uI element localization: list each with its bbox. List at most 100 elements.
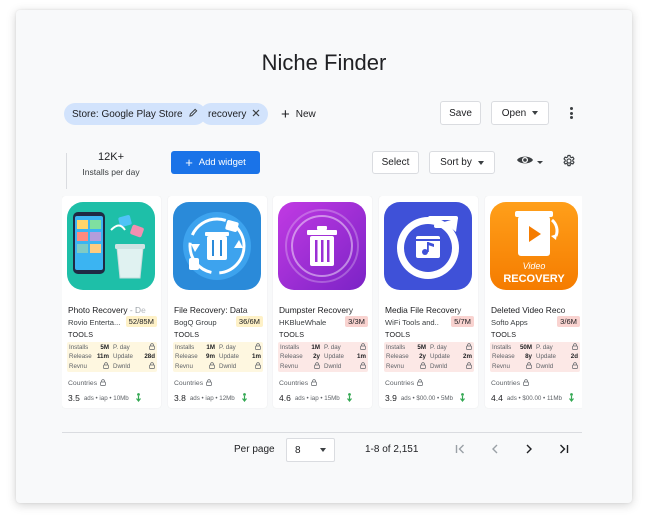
niche-finder-card: Niche Finder Store: Google Play Store re…: [16, 10, 632, 503]
plus-icon: +: [185, 155, 193, 170]
lock-icon: [206, 379, 212, 388]
update-label: Update: [324, 353, 344, 361]
app-developer: Rovio Enterta...: [68, 318, 121, 327]
installs-value: 1M: [311, 344, 320, 352]
update-value: 2m: [463, 353, 472, 361]
revenue-lock: [518, 362, 534, 371]
app-rating: 3.8: [174, 393, 186, 403]
download-label: Dwnld: [536, 362, 554, 370]
installs-label: Installs: [280, 344, 300, 352]
dumpster-icon: [278, 202, 366, 290]
app-footer-info: ads • $00.00 • 11Mb: [506, 394, 562, 402]
installs-value: 5M: [417, 344, 426, 352]
app-grid: Photo Recovery - DeRovio Enterta...52/85…: [62, 196, 582, 410]
per-page-value: 8: [295, 444, 301, 456]
open-button[interactable]: Open: [491, 101, 549, 125]
release-value: 11m: [96, 353, 109, 361]
app-footer: 4.6 ads • iap • 15Mb: [279, 392, 353, 404]
app-card[interactable]: Photo Recovery - DeRovio Enterta...52/85…: [62, 196, 161, 408]
release-label: Release: [386, 353, 409, 361]
app-rating: 3.5: [68, 393, 80, 403]
lock-icon: [417, 379, 423, 388]
revenue-label: Revnu: [280, 362, 298, 370]
update-label: Update: [536, 353, 556, 361]
installs-value: 50M: [519, 344, 532, 352]
revenue-label: Revnu: [69, 362, 87, 370]
release-value: 8y: [525, 353, 532, 361]
more-options-icon[interactable]: [565, 105, 577, 121]
app-countries: Countries: [279, 379, 317, 388]
save-button[interactable]: Save: [440, 101, 481, 125]
update-label: Update: [430, 353, 450, 361]
installs-per-day-value: 12K+: [98, 151, 124, 163]
app-name-main: Deleted Video Reco: [491, 305, 566, 315]
store-filter-chip[interactable]: Store: Google Play Store: [64, 103, 206, 125]
visibility-toggle[interactable]: [516, 153, 543, 171]
installs-label: Installs: [492, 344, 512, 352]
app-card[interactable]: Media File Recovery WiFi Tools and... 5/7M…: [379, 196, 478, 408]
per-day-label: P. day: [324, 344, 341, 352]
per-day-label: P. day: [430, 344, 447, 352]
lock-icon: [244, 362, 261, 371]
download-label: Dwnld: [113, 362, 131, 370]
store-filter-label: Store: Google Play Store: [72, 108, 183, 120]
last-page-icon[interactable]: [556, 441, 572, 457]
keyword-filter-label: recovery: [208, 108, 247, 120]
per-page-select[interactable]: 8: [286, 438, 335, 462]
lock-icon: [311, 379, 317, 388]
divider: [62, 432, 582, 433]
lock-icon: [138, 362, 155, 371]
keyword-filter-chip[interactable]: recovery: [200, 103, 269, 125]
select-button[interactable]: Select: [372, 151, 419, 174]
countries-label: Countries: [385, 380, 415, 387]
app-countries: Countries: [68, 379, 106, 388]
gear-icon[interactable]: [562, 154, 576, 173]
prev-page-icon[interactable]: [487, 441, 503, 457]
release-value: 9m: [206, 353, 215, 361]
app-metrics: Installs 1M P. day Release 2y Update 1m Revnu Dw…: [278, 342, 368, 372]
app-category: TOOLS: [491, 330, 517, 339]
app-countries: Countries: [385, 379, 423, 388]
lock-icon: [523, 379, 529, 388]
lock-icon: [349, 343, 366, 352]
per-day-label: P. day: [536, 344, 553, 352]
add-widget-button[interactable]: + Add widget: [171, 151, 260, 174]
app-category: TOOLS: [174, 330, 200, 339]
app-footer-info: ads • iap • 15Mb: [294, 394, 340, 402]
app-card[interactable]: Video RECOVERY Deleted Video Reco Softo App…: [485, 196, 582, 408]
pencil-icon[interactable]: [188, 108, 198, 120]
new-filter-label: New: [295, 108, 316, 120]
sort-by-button[interactable]: Sort by: [429, 151, 495, 174]
add-widget-label: Add widget: [198, 157, 246, 168]
next-page-icon[interactable]: [521, 441, 537, 457]
app-category: TOOLS: [68, 330, 94, 339]
revenue-label: Revnu: [386, 362, 404, 370]
new-filter-button[interactable]: + New: [281, 103, 316, 125]
select-label: Select: [381, 157, 410, 168]
app-name-main: Media File Recovery: [385, 305, 462, 315]
update-label: Update: [219, 353, 239, 361]
media-recovery-icon: [384, 202, 472, 290]
app-metrics: Installs 5M P. day Release 11m Update 28d Revnu…: [67, 342, 157, 372]
close-icon[interactable]: [252, 109, 260, 120]
app-developer: HKBlueWhale: [279, 318, 327, 327]
chevron-down-icon: [477, 160, 484, 165]
app-card[interactable]: Dumpster Recovery HKBlueWhale 3/3M TOOLS Ins…: [273, 196, 372, 408]
app-rating: 3.9: [385, 393, 397, 403]
app-footer-info: ads • iap • 12Mb: [189, 394, 235, 402]
app-rank-badge: 5/7M: [451, 316, 474, 327]
app-name-main: Dumpster Recovery: [279, 305, 354, 315]
app-card[interactable]: File Recovery: Data BogQ Group 36/6M TOOLS I…: [168, 196, 267, 408]
app-countries: Countries: [174, 379, 212, 388]
download-label: Dwnld: [219, 362, 237, 370]
touch-icon: [459, 392, 466, 404]
installs-label: Installs: [386, 344, 406, 352]
per-day-label: P. day: [113, 344, 130, 352]
installs-per-day-label: Installs per day: [82, 167, 140, 177]
first-page-icon[interactable]: [452, 441, 468, 457]
open-label: Open: [501, 107, 527, 119]
app-name-main: Photo Recovery: [68, 305, 128, 315]
lock-icon: [349, 362, 366, 371]
app-category: TOOLS: [279, 330, 305, 339]
app-category: TOOLS: [385, 330, 411, 339]
